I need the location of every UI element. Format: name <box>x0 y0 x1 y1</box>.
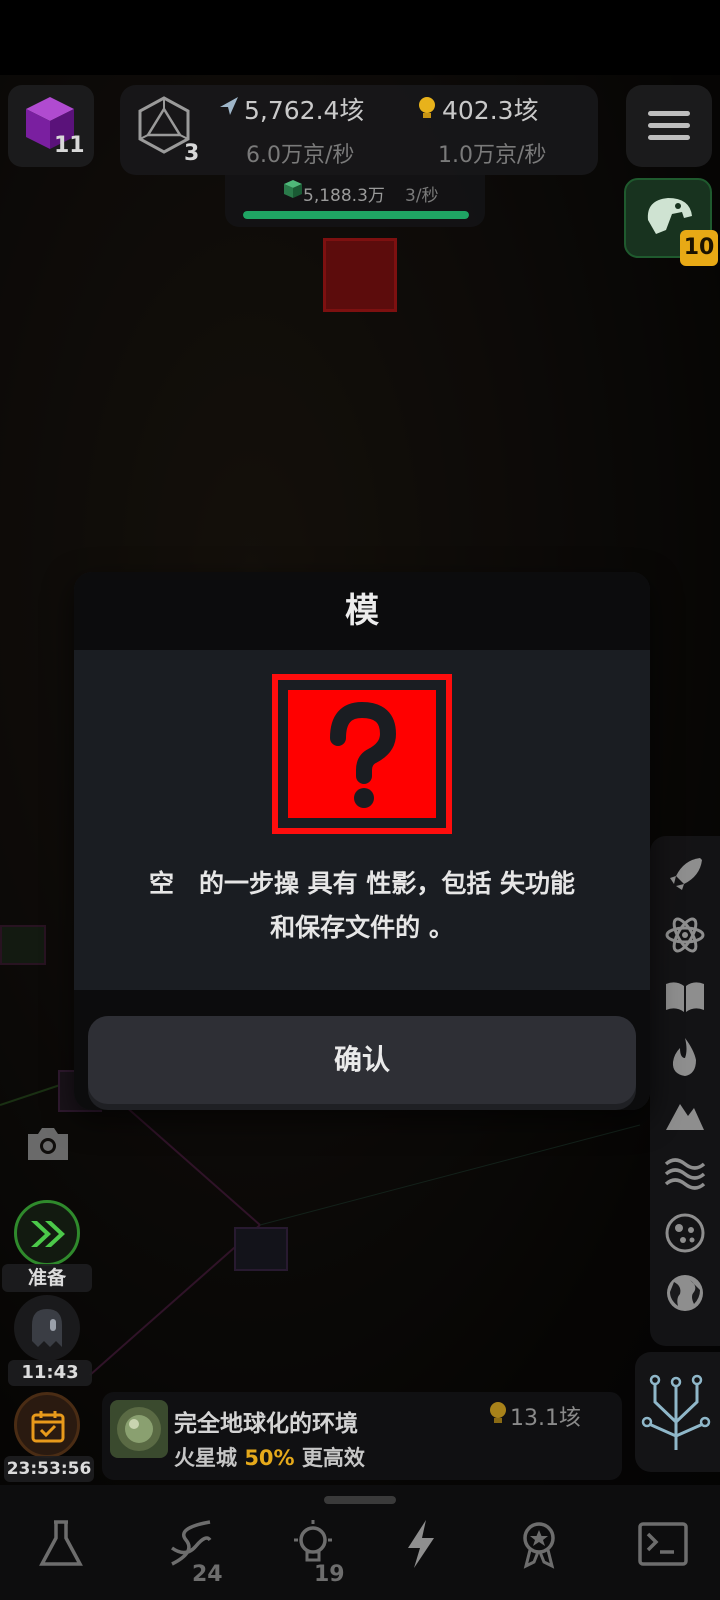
ghost-button[interactable] <box>14 1295 80 1361</box>
mission-efficiency: 更高效 <box>301 1446 365 1470</box>
nav-ideas[interactable]: 19 <box>272 1510 352 1590</box>
resource-panel[interactable]: 3 5,762.4垓 6.0万京/秒 402.3垓 1.0万京/秒 <box>120 85 598 175</box>
fast-forward-icon <box>31 1221 65 1247</box>
mission-title: 完全地球化的环境 <box>174 1411 358 1437</box>
terminal-icon <box>638 1522 688 1566</box>
nav-energy[interactable] <box>380 1510 460 1590</box>
atom-icon[interactable] <box>664 914 706 956</box>
sub-resource-panel[interactable]: 5,188.3万 3/秒 <box>225 175 485 227</box>
sub-total: 5,188.3万 <box>303 186 385 206</box>
camera-icon[interactable] <box>24 1124 72 1164</box>
status-bar <box>0 0 720 75</box>
timer-1: 11:43 <box>8 1360 92 1386</box>
dinosaur-badge: 10 <box>680 230 718 266</box>
nav-dna[interactable]: 24 <box>150 1510 230 1590</box>
energy-total: 5,762.4垓 <box>244 96 365 125</box>
rocket-icon[interactable] <box>664 854 706 896</box>
nav-achievements[interactable] <box>498 1510 578 1590</box>
idea-rate: 1.0万京/秒 <box>438 143 547 168</box>
mission-cost: 13.1垓 <box>510 1406 581 1431</box>
cube-button[interactable]: 11 <box>8 85 94 167</box>
tech-tree-button[interactable] <box>635 1352 720 1472</box>
energy-rate: 6.0万京/秒 <box>246 143 355 168</box>
globe-icon[interactable] <box>664 1272 706 1314</box>
menu-icon <box>648 111 690 116</box>
mission-subtitle: 火星城 50% 更高效 <box>174 1442 365 1472</box>
mission-card[interactable]: 完全地球化的环境 火星城 50% 更高效 13.1垓 <box>102 1392 622 1480</box>
mission-city: 火星城 <box>174 1446 237 1470</box>
nav-console[interactable] <box>622 1510 702 1590</box>
lightning-icon <box>408 1520 434 1568</box>
water-waves-icon[interactable] <box>664 1152 706 1194</box>
sub-progress-bar <box>243 211 469 219</box>
sub-rate: 3/秒 <box>405 186 439 206</box>
energy-icon <box>220 97 238 115</box>
menu-button[interactable] <box>626 85 712 167</box>
lightbulb-icon <box>490 1402 506 1423</box>
green-cube-icon <box>284 180 302 198</box>
sub-progress-fill <box>243 211 469 219</box>
dialog-footer: 确认 <box>74 990 650 1110</box>
book-icon[interactable] <box>664 976 706 1018</box>
dialog-message: 空 的一步操 具有 性影，包括 失功能 和保存文件的 。 <box>148 869 576 942</box>
lightbulb-icon <box>419 97 435 118</box>
flask-icon <box>39 1520 83 1566</box>
idea-total: 402.3垓 <box>442 96 539 125</box>
confirm-button[interactable]: 确认 <box>88 1016 636 1104</box>
nav-lab[interactable] <box>20 1510 100 1590</box>
ready-label: 准备 <box>2 1264 92 1292</box>
cell-icon[interactable] <box>664 1212 706 1254</box>
calendar-check-icon <box>31 1411 65 1443</box>
question-block-icon <box>323 238 397 312</box>
d20-count: 3 <box>184 141 200 166</box>
calendar-button[interactable] <box>14 1392 80 1458</box>
question-mark-icon <box>272 674 452 834</box>
idea-count: 19 <box>314 1562 345 1587</box>
nav-handle[interactable] <box>324 1496 396 1504</box>
cube-count: 11 <box>54 133 85 158</box>
dna-count: 24 <box>192 1562 223 1587</box>
tech-tree-icon <box>641 1374 711 1450</box>
side-toolbar <box>650 836 720 1346</box>
mountain-icon[interactable] <box>664 1094 706 1136</box>
ghost-icon <box>32 1309 62 1347</box>
medal-icon <box>523 1522 555 1569</box>
timer-2: 23:53:56 <box>4 1456 94 1482</box>
fast-forward-button[interactable] <box>14 1200 80 1266</box>
dialog: 模 空 的一步操 具有 性影，包括 失功能 和保存文件的 。 确认 <box>74 572 650 1110</box>
fire-icon[interactable] <box>664 1036 706 1078</box>
mission-percent: 50% <box>244 1446 295 1470</box>
dialog-title: 模 <box>74 572 650 650</box>
planet-thumbnail <box>110 1400 168 1458</box>
